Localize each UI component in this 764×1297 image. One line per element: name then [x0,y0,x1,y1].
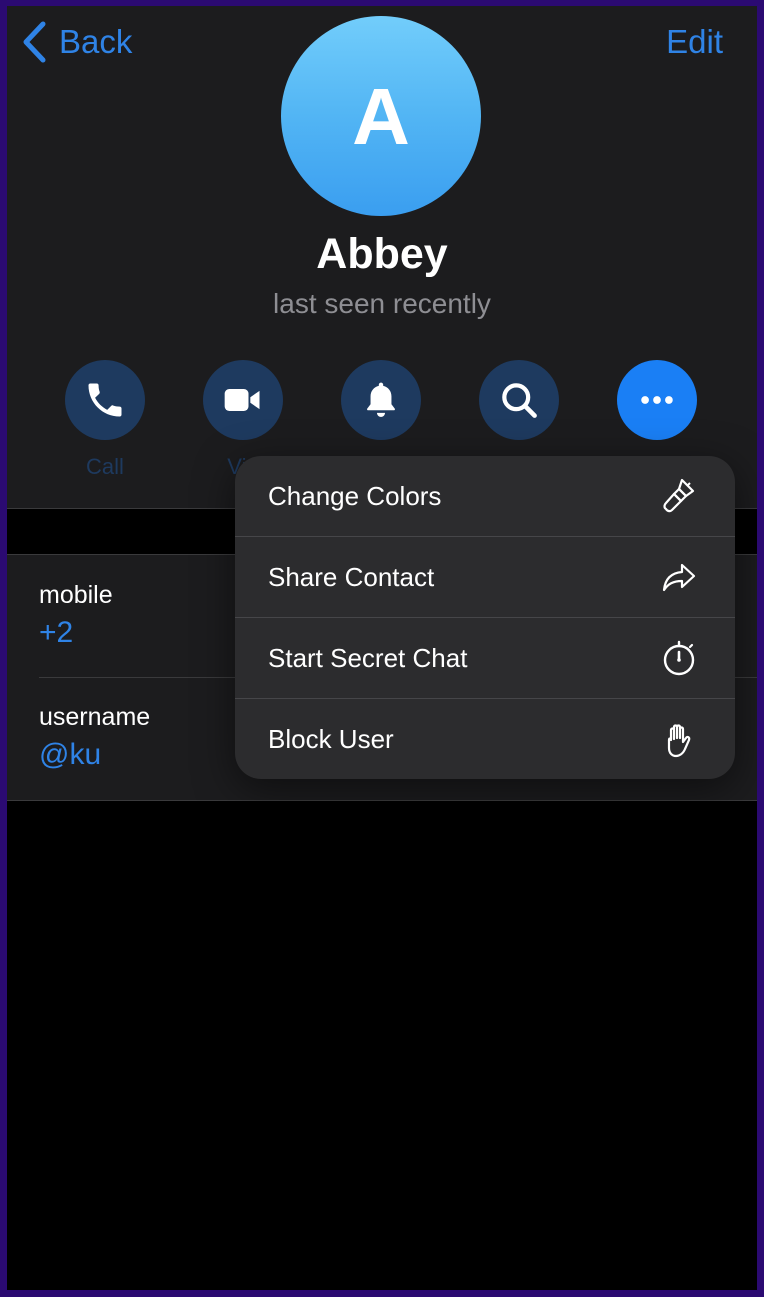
call-button[interactable]: Call [65,360,145,480]
menu-item-start-secret-chat[interactable]: Start Secret Chat [235,618,735,699]
menu-item-label: Start Secret Chat [268,642,468,673]
menu-item-block-user[interactable]: Block User [235,699,735,779]
bell-icon [367,382,395,417]
contact-status: last seen recently [273,288,491,319]
menu-item-share-contact[interactable]: Share Contact [235,537,735,618]
back-label: Back [59,23,133,60]
more-button[interactable] [617,360,697,440]
menu-item-change-colors[interactable]: Change Colors [235,456,735,537]
contact-name: Abbey [316,230,448,278]
stopwatch-icon [663,640,695,676]
back-button[interactable]: Back [21,20,132,64]
paintbrush-icon [663,478,695,513]
call-label: Call [86,454,124,479]
share-arrow-icon [662,563,696,592]
menu-item-label: Block User [268,724,394,754]
video-icon [224,389,260,411]
chevron-left-icon [23,21,46,63]
search-icon [502,383,537,418]
phone-icon [88,383,122,417]
search-button[interactable] [479,360,559,440]
edit-button[interactable]: Edit [666,20,723,64]
context-menu: Change Colors Share Contact Start Secret… [235,456,735,779]
avatar-initial: A [352,72,410,161]
menu-item-label: Share Contact [268,561,435,592]
menu-item-label: Change Colors [268,480,442,511]
mute-button[interactable] [341,360,421,440]
profile-screen: Back Edit A Abbey last seen recently Cal… [7,6,757,1290]
avatar[interactable]: A [281,16,481,216]
profile-header: Back Edit A Abbey last seen recently Cal… [7,6,757,508]
hand-icon [667,723,691,757]
more-icon [641,396,673,404]
